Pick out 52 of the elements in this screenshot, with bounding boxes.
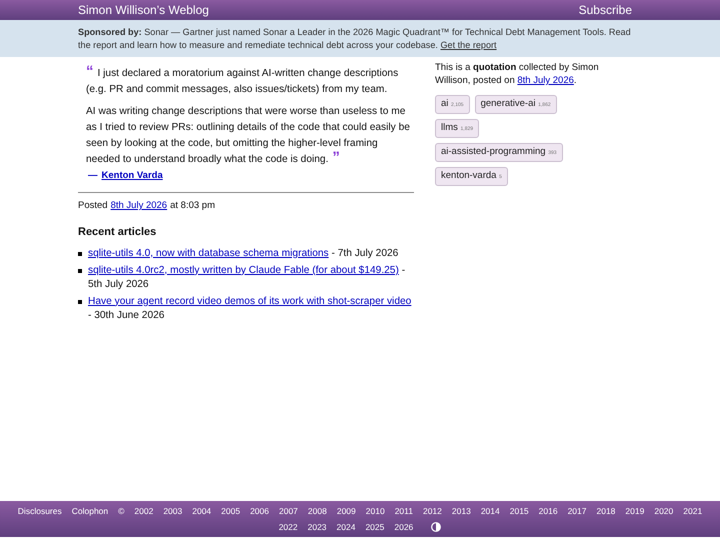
quote-text: AI was writing change descriptions that were worse than useless to me as I tried to review PRs: outlining details of the code that could easily be seen by looking at the code, but omitting the higher-level framing needed to understand broadly what the code is doing. ” [86,105,411,168]
article-link[interactable]: sqlite-utils 4.0rc2, mostly written by Claude Fable (for about $149.25) [88,264,399,276]
year-link[interactable]: 2006 [250,504,269,518]
year-link[interactable]: 2022 [278,520,298,534]
footer-link[interactable]: © [118,504,124,518]
year-link[interactable]: 2009 [336,504,356,518]
quote-text: “ I just declared a moratorium against AI-written change descriptions (e.g. PR and commit messages, also issues/tickets) from my team. [86,66,400,97]
year-link[interactable]: 2013 [452,504,471,518]
subscribe-link[interactable]: Subscribe [578,1,632,19]
year-link[interactable]: 2017 [568,504,586,518]
bullet-icon [78,252,82,256]
year-link[interactable]: 2002 [134,504,154,518]
year-link[interactable]: 2019 [625,504,644,518]
year-link[interactable]: 2008 [308,504,327,518]
theme-toggle-icon[interactable] [431,522,442,532]
year-link[interactable]: 2003 [163,504,182,518]
article-link[interactable]: Have your agent record video demos of its work with shot-scraper video [88,296,412,307]
article-link[interactable]: sqlite-utils 4.0, now with database schema migrations [88,248,329,259]
article-entry: sqlite-utils 4.0rc2, mostly written by Claude Fable (for about $149.25) - 5th July 2026 [88,264,406,292]
year-link[interactable]: 2021 [683,504,702,518]
site-title[interactable]: Simon Willison’s Weblog [78,1,209,19]
year-link[interactable]: 2012 [422,504,442,518]
recent-articles-heading: Recent articles [78,225,158,240]
year-link[interactable]: 2011 [394,504,413,518]
posted-label: Posted [78,199,108,213]
year-link[interactable]: 2025 [365,520,384,534]
year-link[interactable]: 2010 [366,504,385,518]
author-link[interactable]: Kenton Varda [102,168,163,184]
posted-time: at 8:03 pm [170,199,215,213]
year-link[interactable]: 2015 [510,504,529,518]
year-link[interactable]: 2018 [596,504,616,518]
footer-link[interactable]: Disclosures [18,504,62,518]
posted-date-link[interactable]: 8th July 2026 [110,199,168,214]
year-link[interactable]: 2005 [221,504,240,518]
sponsor-text: Sponsored by: Sonar — Gartner just named Sonar a Leader in the 2026 Magic Quadrant™ for Technical Debt Management Tools. Read the report and learn how to measure and remediate technical debt across your codebase. Get the report [78,26,632,52]
year-link[interactable]: 2024 [336,520,356,534]
year-link[interactable]: 2020 [654,504,674,518]
about-date-link[interactable]: 8th July 2026 [517,75,574,86]
article-entry: Have your agent record video demos of its work with shot-scraper video - 30th June 2026 [88,294,412,323]
year-link[interactable]: 2007 [279,504,298,518]
year-link[interactable]: 2026 [394,520,414,534]
bullet-icon [78,268,82,273]
year-link[interactable]: 2016 [538,504,558,518]
sponsor-link[interactable]: Get the report [440,40,497,50]
year-link[interactable]: 2023 [308,520,327,534]
footer-link[interactable]: Colophon [72,504,108,518]
article-entry: sqlite-utils 4.0, now with database schema migrations - 7th July 2026 [88,246,398,261]
bullet-icon [78,300,82,304]
year-link[interactable]: 2004 [192,504,212,518]
dash-text: — [88,169,98,183]
about-text: This is a quotation collected by Simon Willison, posted on 8th July 2026. [435,61,600,87]
year-link[interactable]: 2014 [480,504,500,518]
